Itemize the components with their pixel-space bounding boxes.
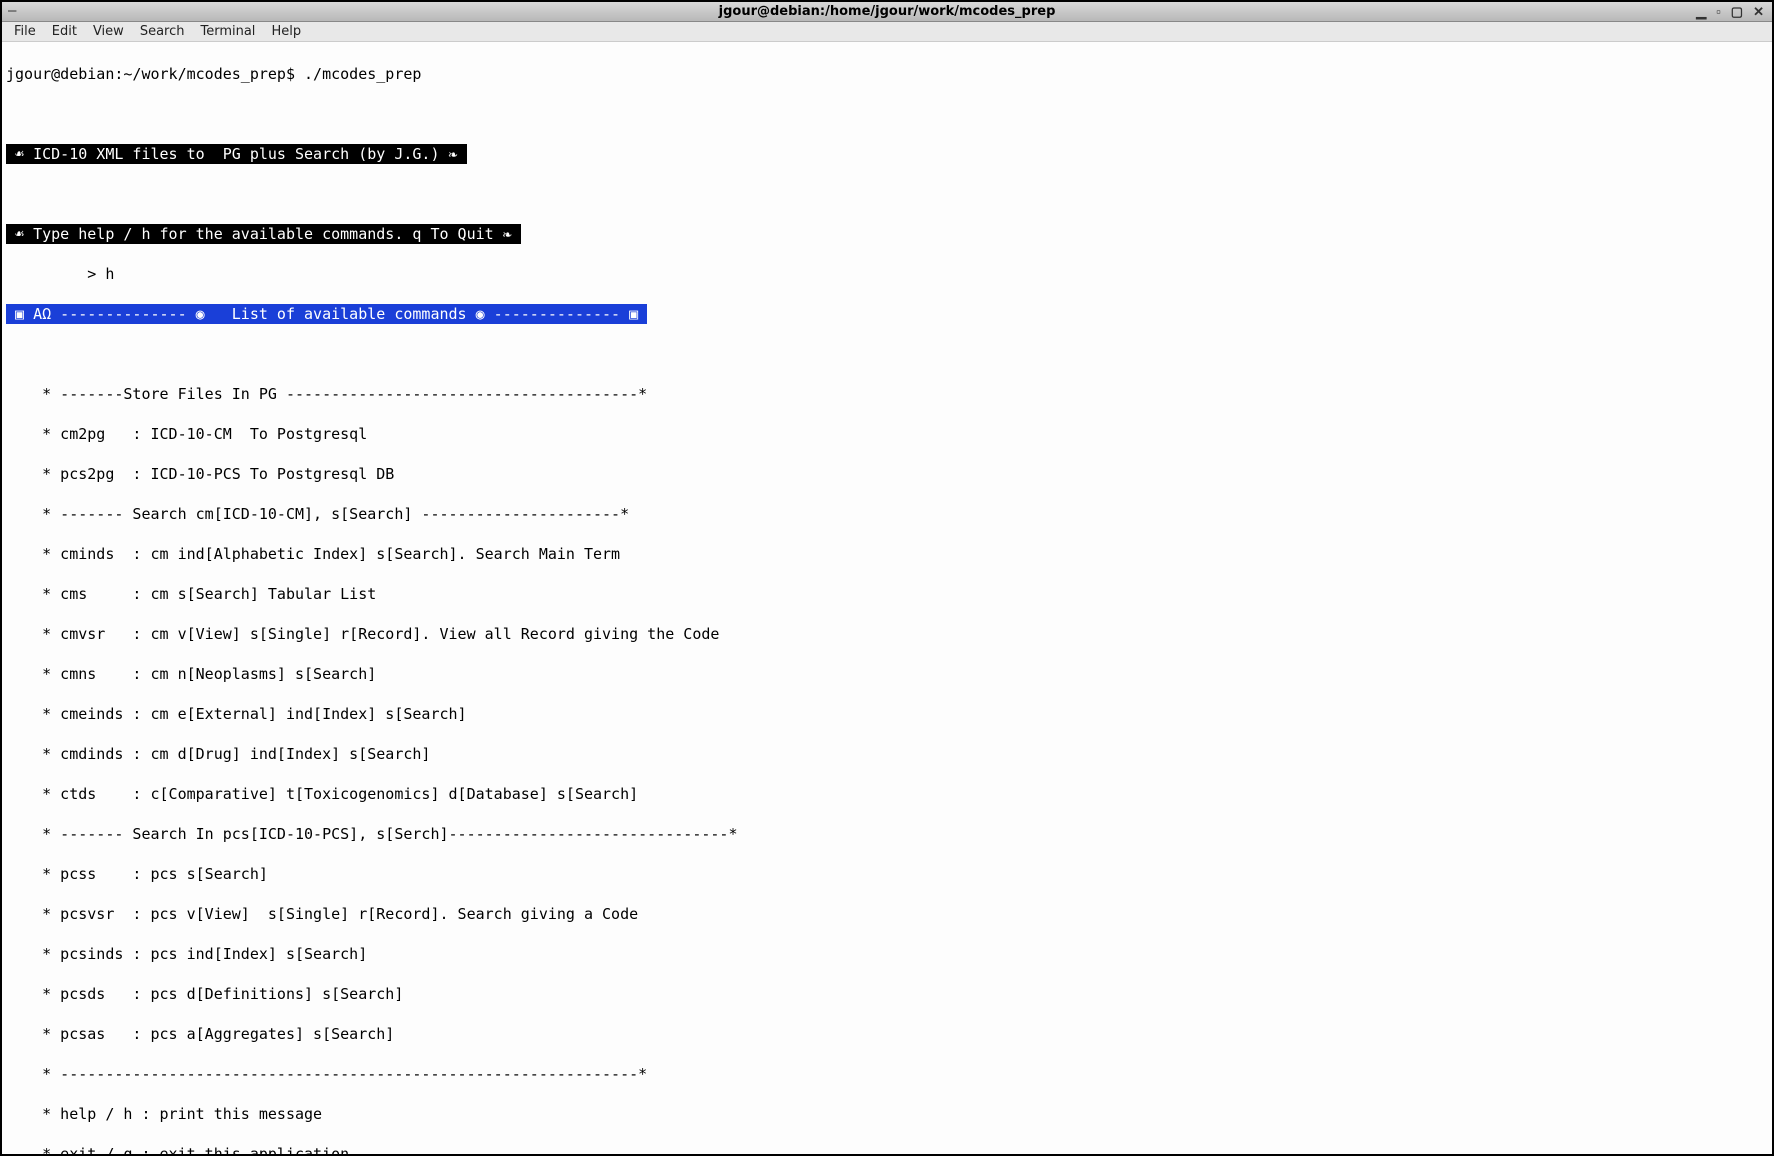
- help-line: * exit / q : exit this application: [6, 1144, 1768, 1154]
- help-line: * pcs2pg : ICD-10-PCS To Postgresql DB: [6, 464, 1768, 484]
- help-line: * -------Store Files In PG -------------…: [6, 384, 1768, 404]
- minimize-button[interactable]: ▁: [1694, 4, 1708, 20]
- help-line: * pcss : pcs s[Search]: [6, 864, 1768, 884]
- menu-file[interactable]: File: [6, 24, 44, 39]
- menu-terminal[interactable]: Terminal: [192, 24, 263, 39]
- help-line: * ctds : c[Comparative] t[Toxicogenomics…: [6, 784, 1768, 804]
- close-button[interactable]: ✕: [1751, 4, 1766, 20]
- blank-line: [6, 344, 1768, 364]
- help-line: * cminds : cm ind[Alphabetic Index] s[Se…: [6, 544, 1768, 564]
- help-line: * pcsds : pcs d[Definitions] s[Search]: [6, 984, 1768, 1004]
- menu-help[interactable]: Help: [263, 24, 309, 39]
- blank-line: [6, 104, 1768, 124]
- help-line: * cmvsr : cm v[View] s[Single] r[Record]…: [6, 624, 1768, 644]
- help-line: * ------- Search cm[ICD-10-CM], s[Search…: [6, 504, 1768, 524]
- menu-search[interactable]: Search: [132, 24, 193, 39]
- shell-prompt-line: jgour@debian:~/work/mcodes_prep$ ./mcode…: [6, 64, 1768, 84]
- help-hint-banner: ☙ Type help / h for the available comman…: [6, 224, 1768, 244]
- terminal-area[interactable]: jgour@debian:~/work/mcodes_prep$ ./mcode…: [2, 42, 1772, 1154]
- restore-button[interactable]: ▫: [1714, 4, 1723, 20]
- user-input-line: > h: [6, 264, 1768, 284]
- help-line: * cms : cm s[Search] Tabular List: [6, 584, 1768, 604]
- commands-header-text: ▣ ΑΩ -------------- ◉ List of available …: [6, 304, 647, 324]
- help-line: * help / h : print this message: [6, 1104, 1768, 1124]
- menu-edit[interactable]: Edit: [44, 24, 85, 39]
- banner-text-2: ☙ Type help / h for the available comman…: [6, 224, 521, 244]
- help-line: * pcsas : pcs a[Aggregates] s[Search]: [6, 1024, 1768, 1044]
- window-titlebar: – jgour@debian:/home/jgour/work/mcodes_p…: [2, 2, 1772, 22]
- help-line: * cmns : cm n[Neoplasms] s[Search]: [6, 664, 1768, 684]
- banner-text-1: ☙ ICD-10 XML files to PG plus Search (by…: [6, 144, 467, 164]
- help-line: * pcsvsr : pcs v[View] s[Single] r[Recor…: [6, 904, 1768, 924]
- help-line: * cmdinds : cm d[Drug] ind[Index] s[Sear…: [6, 744, 1768, 764]
- commands-header: ▣ ΑΩ -------------- ◉ List of available …: [6, 304, 1768, 324]
- window-title: jgour@debian:/home/jgour/work/mcodes_pre…: [719, 4, 1056, 19]
- app-title-banner: ☙ ICD-10 XML files to PG plus Search (by…: [6, 144, 1768, 164]
- menu-bar: File Edit View Search Terminal Help: [2, 22, 1772, 42]
- help-line: * --------------------------------------…: [6, 1064, 1768, 1084]
- menu-view[interactable]: View: [85, 24, 132, 39]
- help-line: * pcsinds : pcs ind[Index] s[Search]: [6, 944, 1768, 964]
- window-menu-icon[interactable]: –: [8, 4, 16, 18]
- help-line: * ------- Search In pcs[ICD-10-PCS], s[S…: [6, 824, 1768, 844]
- blank-line: [6, 184, 1768, 204]
- help-line: * cm2pg : ICD-10-CM To Postgresql: [6, 424, 1768, 444]
- maximize-button[interactable]: ▢: [1729, 4, 1745, 20]
- help-line: * cmeinds : cm e[External] ind[Index] s[…: [6, 704, 1768, 724]
